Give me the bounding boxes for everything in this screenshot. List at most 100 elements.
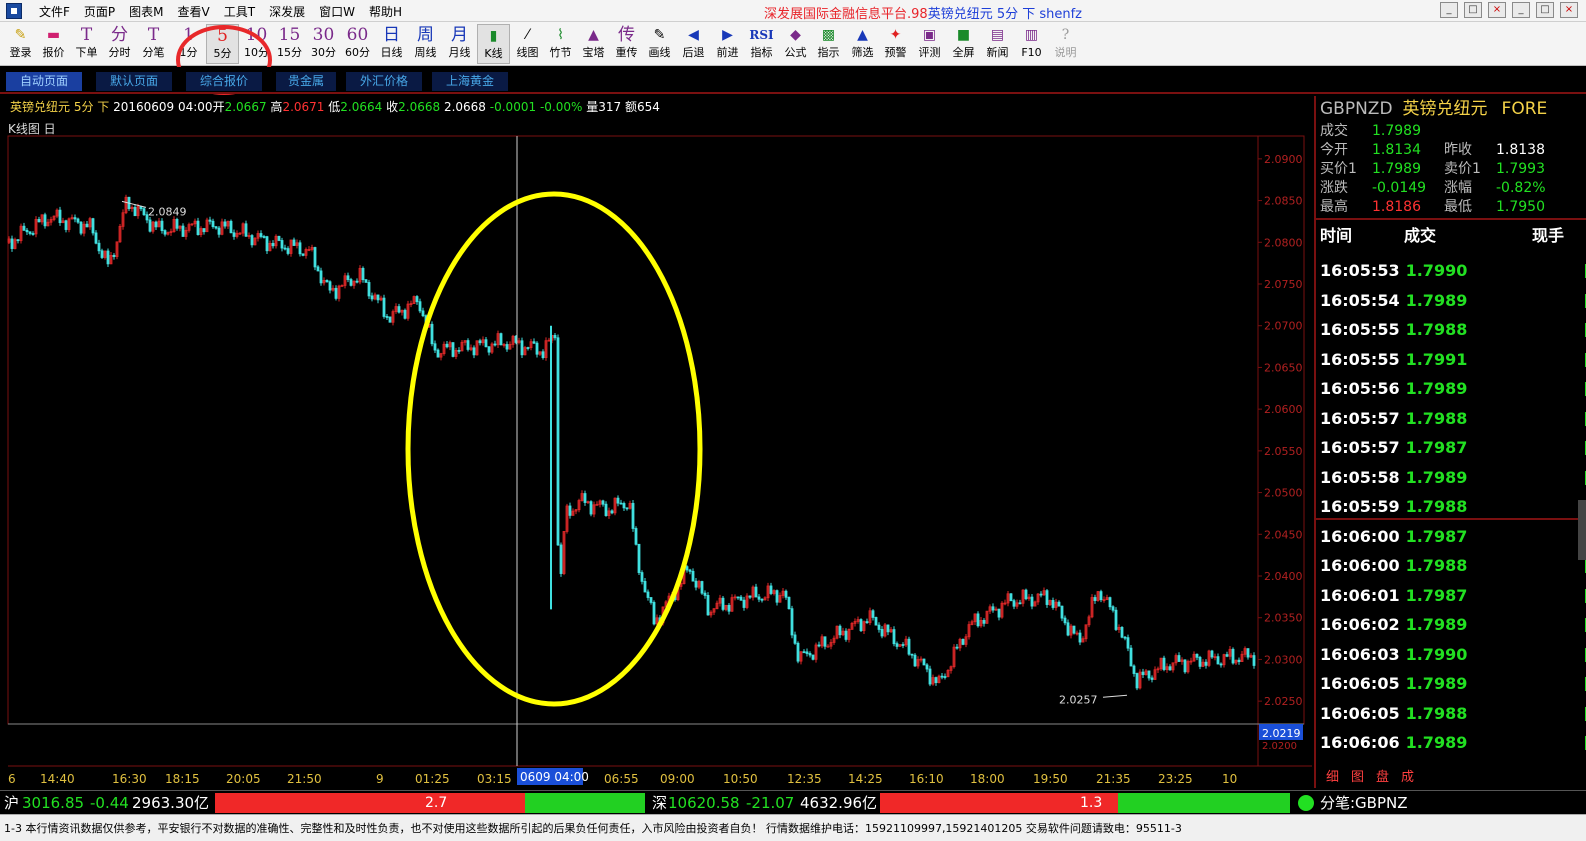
- tick-price: 1.7990: [1405, 644, 1468, 664]
- menu-sdb[interactable]: 深发展: [262, 3, 312, 20]
- inner-restore-button[interactable]: □: [1464, 2, 1482, 18]
- reload-button[interactable]: 传重传: [610, 24, 643, 64]
- login-label: 登录: [9, 46, 32, 59]
- info-date: 20160609 04:00: [113, 100, 213, 114]
- inner-minimize-button[interactable]: _: [1440, 2, 1458, 18]
- intraday-button[interactable]: 分分时: [103, 24, 136, 64]
- sh-updown-ratio: 2.7: [215, 793, 645, 813]
- period-week-label: 周线: [414, 46, 437, 59]
- evaluate-button[interactable]: ▣ 评测: [913, 24, 946, 64]
- candle-body: [754, 586, 758, 598]
- formula-button[interactable]: ◆ 公式: [779, 24, 812, 64]
- tab-auto-page[interactable]: 自动页面: [6, 72, 82, 91]
- quote-button[interactable]: ▬ 报价: [37, 24, 70, 64]
- tower-icon: ▲: [588, 27, 599, 43]
- menu-chart[interactable]: 图表M: [122, 3, 170, 20]
- period-15min-button[interactable]: 15 15分: [273, 24, 306, 64]
- tick-time: 16:05:59: [1320, 497, 1400, 516]
- restore-button[interactable]: □: [1536, 2, 1554, 18]
- candle-body: [25, 229, 29, 233]
- close-button[interactable]: ×: [1560, 2, 1578, 18]
- menu-tools[interactable]: 工具T: [217, 3, 262, 20]
- sz-index: 10620.58: [668, 794, 740, 812]
- help-button[interactable]: ? 说明: [1049, 24, 1082, 64]
- period-5min-button[interactable]: 5 5分: [206, 24, 239, 64]
- max-price-label: 2.0849: [148, 205, 187, 218]
- login-button[interactable]: ✎ 登录: [4, 24, 37, 64]
- help-icon: ?: [1061, 27, 1070, 43]
- period-month-button[interactable]: 月月线: [443, 24, 476, 64]
- tab-default-page[interactable]: 默认页面: [96, 72, 172, 91]
- candle-body: [646, 591, 650, 598]
- menu-file[interactable]: 文件F: [32, 3, 77, 20]
- tick-row: 16:06:05 1.7989: [1320, 669, 1586, 699]
- kline-chart[interactable]: 2.0900 2.0850 2.0800 2.0750 2.0700 2.0650 2.06…: [0, 116, 1312, 788]
- candle-body: [622, 503, 626, 509]
- period-10min-button[interactable]: 10 10分: [240, 24, 273, 64]
- intraday-label: 分时: [108, 46, 131, 59]
- line-chart-button[interactable]: ⁄ 线图: [511, 24, 544, 64]
- period-60min-button[interactable]: 60 60分: [341, 24, 374, 64]
- candle-body: [736, 596, 740, 599]
- fullscreen-button[interactable]: ■ 全屏: [947, 24, 980, 64]
- tab-fx-prices[interactable]: 外汇价格: [346, 72, 422, 91]
- order-button[interactable]: T 下单: [70, 24, 103, 64]
- candle-body: [652, 602, 656, 625]
- period-15min-icon: 15: [278, 25, 301, 45]
- candle-body: [1198, 656, 1202, 667]
- menu-window[interactable]: 窗口W: [312, 3, 362, 20]
- period-30min-button[interactable]: 30 30分: [307, 24, 340, 64]
- f10-button[interactable]: ▥ F10: [1015, 24, 1048, 64]
- news-button[interactable]: ▤ 新闻: [981, 24, 1014, 64]
- inner-close-button[interactable]: ×: [1488, 2, 1506, 18]
- symbol-code: GBPNZD: [1320, 99, 1393, 119]
- candlestick-icon: ▮: [489, 28, 498, 44]
- candle-body: [259, 233, 263, 237]
- tick-row: 16:06:00 1.7987: [1320, 522, 1586, 552]
- hint-button[interactable]: ▩ 指示: [812, 24, 845, 64]
- tick-price: 1.7987: [1405, 438, 1468, 457]
- tick-list[interactable]: 16:05:53 1.7990 16:05:54 1.7989 16:05:55 1.79…: [1320, 256, 1586, 758]
- candle-body: [415, 296, 419, 303]
- alert-button[interactable]: ✦ 预警: [879, 24, 912, 64]
- x-tick-label: 09:00: [660, 772, 695, 786]
- info-low-label: 低: [328, 100, 341, 114]
- minimize-button[interactable]: _: [1512, 2, 1530, 18]
- forward-button[interactable]: ▶ 前进: [711, 24, 744, 64]
- panel-scrollbar[interactable]: [1578, 500, 1586, 560]
- menu-page[interactable]: 页面P: [77, 3, 122, 20]
- candle-body: [1219, 663, 1223, 666]
- period-day-button[interactable]: 日日线: [375, 24, 408, 64]
- tower-button[interactable]: ▲ 宝塔: [577, 24, 610, 64]
- candle-body: [208, 219, 212, 222]
- candle-body: [910, 653, 914, 656]
- menu-help[interactable]: 帮助H: [362, 3, 409, 20]
- candle-body: [1231, 648, 1235, 664]
- period-1min-button[interactable]: 1 1分: [172, 24, 205, 64]
- kline-button[interactable]: ▮ K线: [477, 24, 510, 64]
- back-button[interactable]: ◀ 后退: [677, 24, 710, 64]
- x-tick-label: 19:50: [1033, 772, 1068, 786]
- tab-precious-metals[interactable]: 贵金属: [276, 72, 336, 91]
- indicator-button[interactable]: RSI 指标: [745, 24, 778, 64]
- tab-shanghai-gold[interactable]: 上海黄金: [432, 72, 508, 91]
- bamboo-button[interactable]: ⌇ 竹节: [544, 24, 577, 64]
- info-amt-label: 额: [624, 100, 637, 114]
- tick-row: 16:05:55 1.7991: [1320, 345, 1586, 375]
- period-15min-label: 15分: [277, 46, 302, 59]
- side-tab-trades[interactable]: 成: [1401, 770, 1414, 785]
- kline-chart-area[interactable]: 2.0900 2.0850 2.0800 2.0750 2.0700 2.0650 2.06…: [0, 116, 1312, 788]
- tab-combined-quote[interactable]: 综合报价: [186, 72, 262, 91]
- candle-body: [1225, 654, 1229, 657]
- draw-line-button[interactable]: ✎ 画线: [643, 24, 676, 64]
- menu-view[interactable]: 查看V: [171, 3, 217, 20]
- tick-button[interactable]: T 分笔: [137, 24, 170, 64]
- candle-body: [1162, 657, 1166, 670]
- side-tab-chart[interactable]: 图: [1351, 770, 1364, 785]
- filter-button[interactable]: ▲ 筛选: [846, 24, 879, 64]
- side-tab-detail[interactable]: 细: [1326, 770, 1339, 785]
- candle-body: [844, 630, 848, 640]
- period-week-button[interactable]: 周周线: [409, 24, 442, 64]
- candle-body: [1123, 636, 1127, 639]
- side-tab-book[interactable]: 盘: [1376, 770, 1389, 785]
